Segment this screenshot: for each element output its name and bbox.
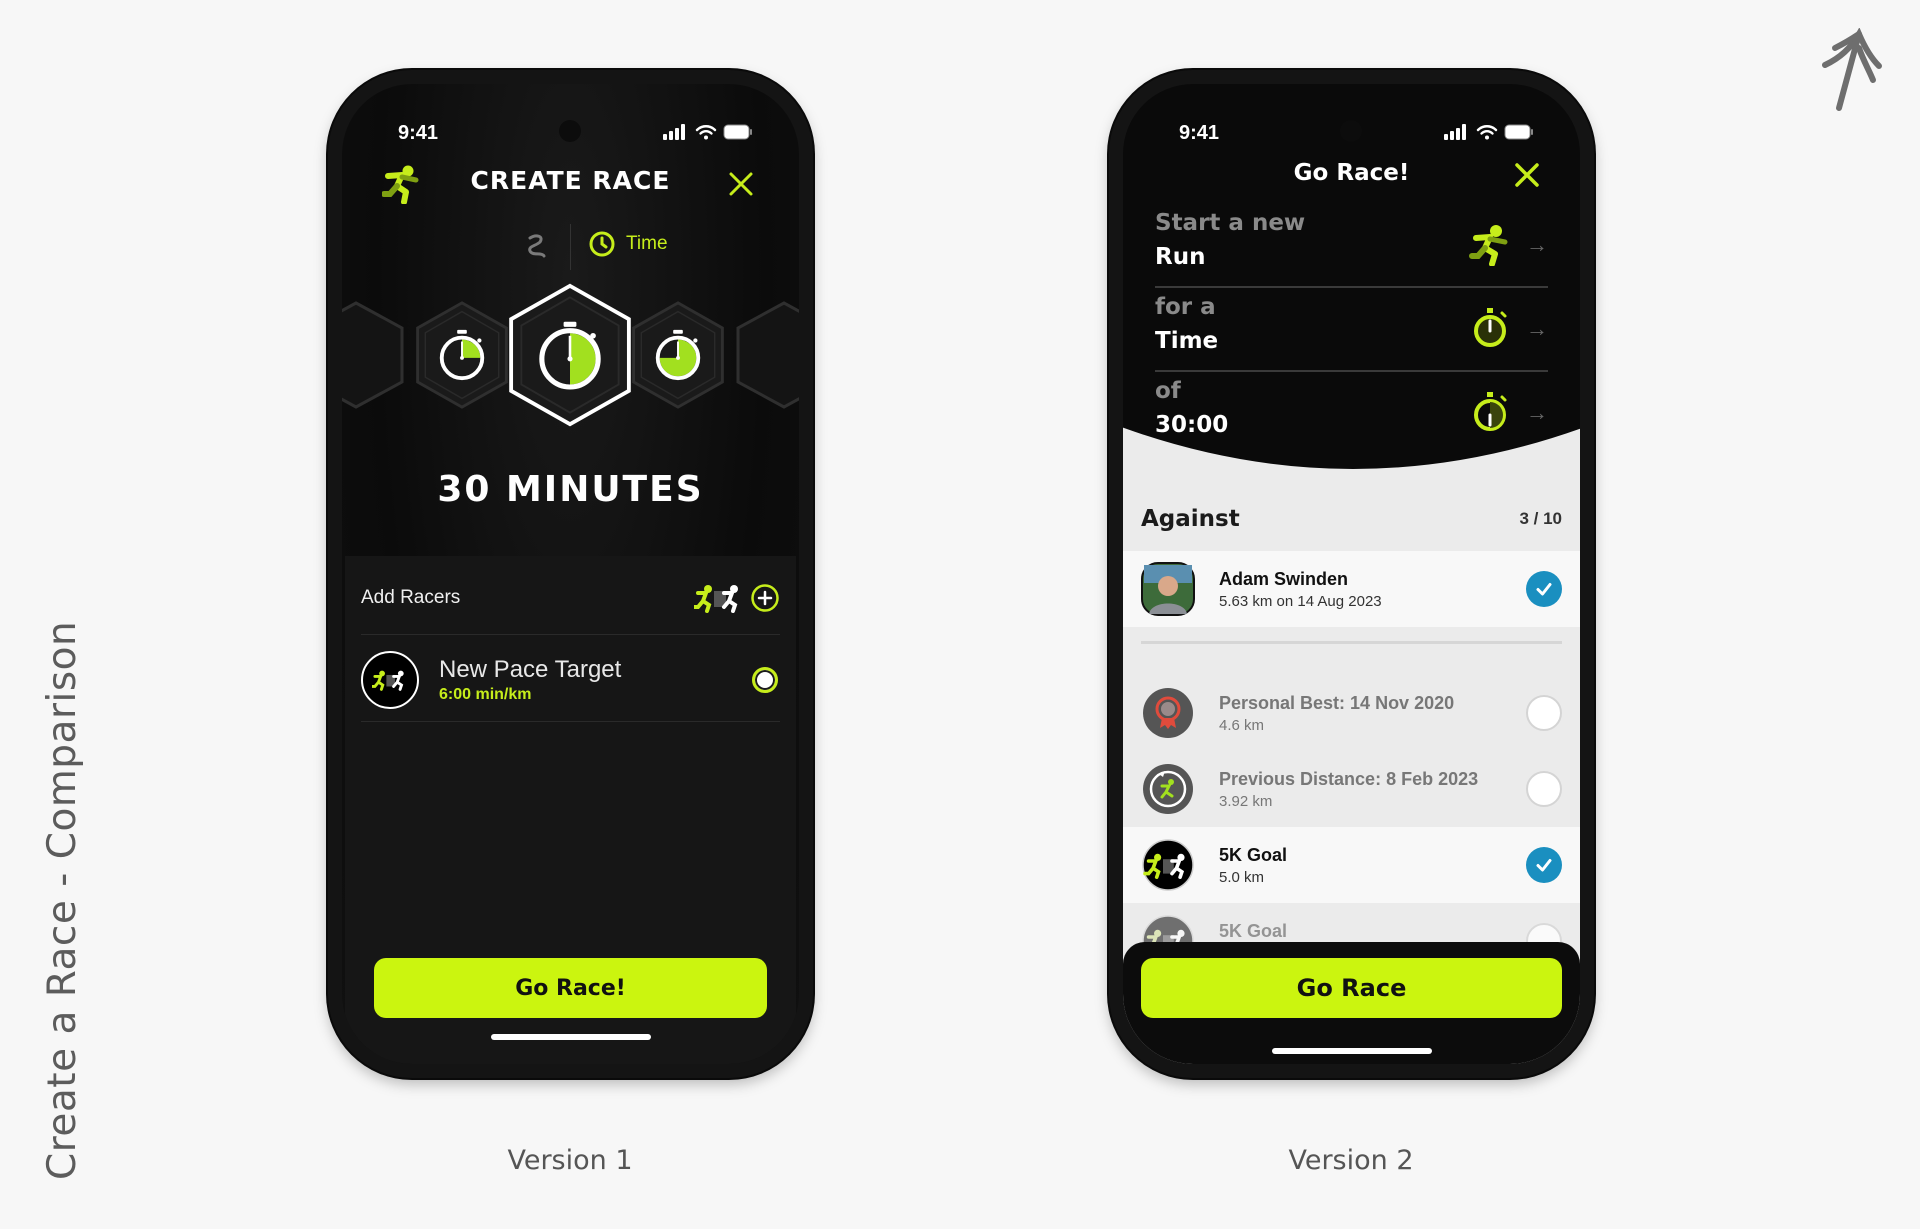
pace-racers-icon bbox=[361, 651, 419, 709]
opponent-row[interactable]: Personal Best: 14 Nov 2020 4.6 km bbox=[1123, 675, 1580, 751]
opponent-name: Personal Best: 14 Nov 2020 bbox=[1219, 692, 1455, 713]
step-main: Run bbox=[1155, 244, 1206, 270]
version-1-label: Version 1 bbox=[507, 1145, 633, 1176]
checkmark-icon[interactable] bbox=[1526, 847, 1562, 883]
route-icon[interactable] bbox=[522, 232, 550, 262]
opponent-row[interactable]: 5K Goal 5.0 km bbox=[1123, 827, 1580, 903]
award-ribbon-icon bbox=[1141, 686, 1195, 740]
version-2-label: Version 2 bbox=[1288, 1145, 1414, 1176]
pace-racers-icon bbox=[1141, 838, 1195, 892]
opponent-name: 5K Goal bbox=[1219, 844, 1288, 865]
go-race-button[interactable]: Go Race bbox=[1141, 958, 1562, 1018]
plus-circle-icon[interactable] bbox=[750, 583, 780, 613]
phone-version-2: 9:41 Go Race! Start a new Run → for a Ti… bbox=[1109, 70, 1594, 1078]
opponent-name: 5K Goal bbox=[1219, 920, 1288, 941]
stopwatch-icon bbox=[1474, 392, 1507, 431]
race-setup-steps: Start a new Run → for a Time → of 30:00 … bbox=[1137, 204, 1566, 504]
go-race-button[interactable]: Go Race! bbox=[374, 958, 767, 1018]
status-icons bbox=[663, 124, 753, 140]
step-duration[interactable]: of 30:00 → bbox=[1155, 372, 1548, 456]
tab-divider bbox=[570, 224, 571, 270]
opponent-detail: 4.6 km bbox=[1219, 716, 1265, 734]
duration-carousel bbox=[342, 280, 799, 430]
step-run[interactable]: Start a new Run → bbox=[1155, 204, 1548, 288]
step-sub: Start a new bbox=[1155, 210, 1306, 236]
opponent-row[interactable]: Previous Distance: 8 Feb 2023 3.92 km bbox=[1123, 751, 1580, 827]
tab-time[interactable]: Time bbox=[588, 230, 668, 258]
opponent-detail: 3.92 km bbox=[1219, 792, 1273, 810]
front-camera bbox=[1339, 120, 1362, 142]
cellular-signal-icon bbox=[663, 124, 685, 140]
unchecked-circle[interactable] bbox=[1526, 695, 1562, 731]
pace-racers-icon bbox=[694, 585, 738, 613]
duration-option[interactable] bbox=[628, 300, 728, 410]
runner-icon bbox=[1469, 225, 1508, 266]
arrow-right-icon: → bbox=[1526, 316, 1548, 341]
opponent-detail: 5.0 km bbox=[1219, 868, 1265, 886]
duration-option[interactable] bbox=[412, 300, 512, 410]
repeat-run-icon bbox=[1141, 762, 1195, 816]
step-time[interactable]: for a Time → bbox=[1155, 288, 1548, 372]
against-count: 3 / 10 bbox=[1519, 509, 1562, 528]
clock-icon bbox=[589, 231, 615, 257]
against-title: Against bbox=[1141, 506, 1240, 532]
duration-option-partial[interactable] bbox=[734, 300, 799, 410]
racer-row[interactable]: New Pace Target 6:00 min/km bbox=[361, 639, 780, 721]
phone-version-1: 9:41 CREATE RACE Time 30 MINUTES Add Rac… bbox=[328, 70, 813, 1078]
step-main: Time bbox=[1155, 328, 1219, 354]
divider bbox=[1141, 641, 1562, 644]
unchecked-circle[interactable] bbox=[1526, 771, 1562, 807]
arrow-logo-icon bbox=[1822, 28, 1882, 111]
opponent-name: Previous Distance: 8 Feb 2023 bbox=[1219, 768, 1479, 789]
arrow-right-icon: → bbox=[1526, 400, 1548, 425]
checkmark-icon[interactable] bbox=[1526, 571, 1562, 607]
battery-icon bbox=[1504, 124, 1533, 140]
close-icon[interactable] bbox=[727, 170, 755, 198]
page-side-title: Create a Race - Comparison bbox=[40, 620, 85, 1180]
battery-icon bbox=[723, 124, 752, 140]
phone-screen: 9:41 CREATE RACE Time 30 MINUTES Add Rac… bbox=[342, 84, 799, 1064]
cellular-signal-icon bbox=[1444, 124, 1466, 140]
step-sub: for a bbox=[1155, 294, 1216, 320]
bottom-action-bar: Go Race bbox=[1123, 942, 1580, 1064]
status-icons bbox=[1444, 124, 1534, 140]
step-sub: of bbox=[1155, 378, 1181, 404]
racer-pace: 6:00 min/km bbox=[439, 686, 532, 703]
wifi-icon bbox=[1476, 125, 1498, 140]
status-time: 9:41 bbox=[398, 122, 439, 144]
race-type-tabs: Time bbox=[342, 222, 799, 272]
status-time: 9:41 bbox=[1179, 122, 1220, 144]
duration-option-partial[interactable] bbox=[342, 300, 406, 410]
racer-name: New Pace Target bbox=[439, 656, 622, 683]
wifi-icon bbox=[695, 125, 717, 140]
home-indicator[interactable] bbox=[1271, 1048, 1432, 1054]
opponent-row[interactable]: Adam Swinden 5.63 km on 14 Aug 2023 bbox=[1123, 551, 1580, 627]
home-indicator[interactable] bbox=[490, 1034, 651, 1040]
page-title: Go Race! bbox=[1293, 160, 1410, 186]
against-header: Against 3 / 10 bbox=[1141, 499, 1562, 539]
arrow-right-icon: → bbox=[1526, 232, 1548, 257]
front-camera bbox=[558, 120, 581, 142]
tab-time-label: Time bbox=[626, 233, 668, 254]
duration-label: 30 MINUTES bbox=[437, 469, 704, 510]
divider bbox=[361, 634, 780, 635]
duration-option[interactable] bbox=[506, 282, 634, 428]
divider bbox=[361, 721, 780, 722]
opponent-name: Adam Swinden bbox=[1219, 568, 1349, 589]
phone-screen: 9:41 Go Race! Start a new Run → for a Ti… bbox=[1123, 84, 1580, 1064]
user-photo-avatar bbox=[1141, 562, 1195, 616]
racer-select-radio[interactable] bbox=[752, 667, 778, 693]
racers-header: Add Racers bbox=[361, 578, 780, 618]
step-main: 30:00 bbox=[1155, 412, 1229, 438]
stopwatch-icon bbox=[1474, 308, 1507, 347]
opponent-detail: 5.63 km on 14 Aug 2023 bbox=[1219, 592, 1382, 610]
racers-title: Add Racers bbox=[361, 587, 461, 608]
close-icon[interactable] bbox=[1514, 162, 1540, 188]
